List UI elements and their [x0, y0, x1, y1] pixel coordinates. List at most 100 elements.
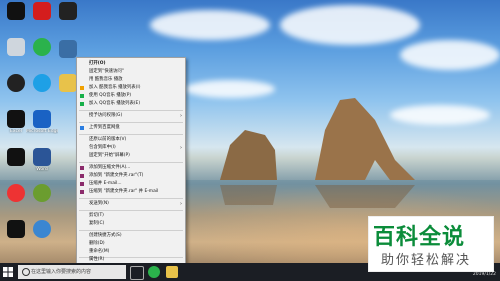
cloud-desktop-icon[interactable] — [26, 220, 58, 239]
winrar-icon — [80, 174, 84, 178]
kuwo-icon — [80, 86, 84, 90]
folder-icon — [59, 40, 77, 58]
menu-item-label: 授予访问权限(G) — [89, 113, 123, 118]
search-placeholder: 在这里输入你要搜索的内容 — [31, 269, 92, 275]
menu-item-add-qqmusic-playlist[interactable]: 加入 QQ音乐 播放列表(E) — [77, 100, 185, 108]
cloud — [400, 40, 500, 70]
watermark-title: 百科全说 — [373, 225, 466, 250]
wechat-taskbar-icon[interactable] — [148, 266, 160, 278]
menu-item-send-to[interactable]: 发送到(N) › — [77, 200, 185, 208]
menu-item-pin-quick-access[interactable]: 固定到"快速访问" — [77, 68, 185, 76]
settings-icon — [33, 184, 51, 202]
menu-item-label: 删除(D) — [89, 241, 105, 246]
menu-item-rename[interactable]: 重命名(M) — [77, 248, 185, 256]
rock-arch-image — [220, 98, 415, 208]
excel-icon — [7, 110, 25, 128]
task-view-icon[interactable] — [130, 266, 144, 280]
cloud — [280, 5, 420, 45]
menu-item-play-kuwo[interactable]: 用 酷我音乐 播放 — [77, 76, 185, 84]
menu-item-open[interactable]: 打开(O) — [77, 60, 185, 68]
edge-icon — [33, 110, 51, 128]
menu-separator — [79, 230, 183, 231]
menu-item-label: 加入 QQ音乐 播放列表(E) — [89, 101, 141, 106]
menu-separator — [79, 110, 183, 111]
icon-label: Word — [36, 167, 48, 172]
dark-app-desktop-icon[interactable] — [52, 2, 84, 20]
menu-separator — [79, 210, 183, 211]
file-explorer-taskbar-icon[interactable] — [166, 266, 178, 278]
menu-item-upload-baidu[interactable]: 上传到百度网盘 — [77, 124, 185, 132]
folder-icon — [59, 74, 77, 92]
word-desktop-icon[interactable]: Word — [26, 148, 58, 172]
menu-separator — [79, 134, 183, 135]
menu-item-label: 添加到 "新建文件夹.rar"(T) — [89, 173, 144, 178]
menu-item-cut[interactable]: 剪切(T) — [77, 212, 185, 220]
tool-icon — [7, 148, 25, 166]
chevron-right-icon: › — [180, 145, 182, 151]
winrar-icon — [80, 166, 84, 170]
winrar-icon — [80, 190, 84, 194]
chevron-right-icon: › — [180, 201, 182, 207]
wechat-icon — [33, 38, 51, 56]
menu-item-copy[interactable]: 复制(C) — [77, 220, 185, 228]
qq-icon — [7, 2, 25, 20]
search-icon — [22, 268, 30, 276]
menu-item-pin-start[interactable]: 固定到"开始"屏幕(P) — [77, 152, 185, 160]
game-icon — [7, 74, 25, 92]
menu-item-label: 上传到百度网盘 — [89, 125, 120, 130]
context-menu: 打开(O) 固定到"快速访问" 用 酷我音乐 播放 加入 酷我音乐 播放列表(I… — [76, 57, 186, 264]
menu-item-grant-access[interactable]: 授予访问权限(G) › — [77, 112, 185, 120]
menu-item-label: 固定到"开始"屏幕(P) — [89, 153, 130, 158]
menu-item-label: 还原以前的版本(V) — [89, 137, 127, 142]
menu-item-play-qqmusic[interactable]: 使用 QQ音乐 播放(P) — [77, 92, 185, 100]
menu-item-label: 创建快捷方式(S) — [89, 233, 122, 238]
settings-desktop-icon[interactable] — [26, 184, 58, 203]
menu-item-label: 加入 酷我音乐 播放列表(I) — [89, 85, 141, 90]
search-box[interactable]: 在这里输入你要搜索的内容 — [18, 265, 126, 279]
menu-item-label: 固定到"快速访问" — [89, 69, 124, 74]
chevron-right-icon: › — [180, 113, 182, 119]
menu-item-label: 打开(O) — [89, 61, 106, 66]
chrome-icon — [7, 184, 25, 202]
menu-item-label: 发送到(N) — [89, 201, 109, 206]
baidu-netdisk-icon — [80, 126, 84, 130]
menu-item-compress-email[interactable]: 压缩并 E-mail... — [77, 180, 185, 188]
winrar-icon — [80, 182, 84, 186]
menu-item-add-to-rar[interactable]: 添加到 "新建文件夹.rar"(T) — [77, 172, 185, 180]
menu-separator — [79, 122, 183, 123]
word-icon — [33, 148, 51, 166]
folder-desktop-icon[interactable] — [52, 40, 84, 58]
menu-item-label: 剪切(T) — [89, 213, 104, 218]
menu-item-include-library[interactable]: 包含到库中(I) › — [77, 144, 185, 152]
dark-app-icon — [59, 2, 77, 20]
menu-item-label: 添加到压缩文件(A)... — [89, 165, 131, 170]
app-icon — [33, 2, 51, 20]
menu-item-label: 使用 QQ音乐 播放(P) — [89, 93, 132, 98]
menu-item-label: 用 酷我音乐 播放 — [89, 77, 123, 82]
menu-item-add-archive[interactable]: 添加到压缩文件(A)... — [77, 164, 185, 172]
cloud — [150, 10, 270, 40]
menu-item-restore-versions[interactable]: 还原以前的版本(V) — [77, 136, 185, 144]
menu-item-label: 重命名(M) — [89, 249, 110, 254]
ie-icon — [33, 74, 51, 92]
watermark-logo: 百科全说 助你轻松解决 — [368, 216, 494, 272]
media-icon — [7, 220, 25, 238]
edge-desktop-icon[interactable]: Microsoft Edge — [26, 110, 58, 134]
qqmusic-icon — [80, 94, 84, 98]
taskbar-clock: 2019/1/22 — [472, 272, 496, 277]
recycle-bin-icon — [7, 38, 25, 56]
cloud-icon — [33, 220, 51, 238]
menu-item-label: 复制(C) — [89, 221, 105, 226]
menu-item-label: 压缩并 E-mail... — [89, 181, 122, 186]
menu-item-compress-rar-email[interactable]: 压缩到 "新建文件夹.rar" 并 E-mail — [77, 188, 185, 196]
icon-label: Microsoft Edge — [26, 129, 58, 134]
menu-item-delete[interactable]: 删除(D) — [77, 240, 185, 248]
menu-item-label: 压缩到 "新建文件夹.rar" 并 E-mail — [89, 189, 159, 194]
windows-start-icon[interactable] — [3, 267, 13, 277]
menu-item-properties[interactable]: 属性(R) — [77, 256, 185, 263]
menu-separator — [79, 162, 183, 163]
menu-item-create-shortcut[interactable]: 创建快捷方式(S) — [77, 232, 185, 240]
menu-separator — [79, 198, 183, 199]
menu-item-label: 包含到库中(I) — [89, 145, 116, 150]
menu-item-add-kuwo-playlist[interactable]: 加入 酷我音乐 播放列表(I) — [77, 84, 185, 92]
